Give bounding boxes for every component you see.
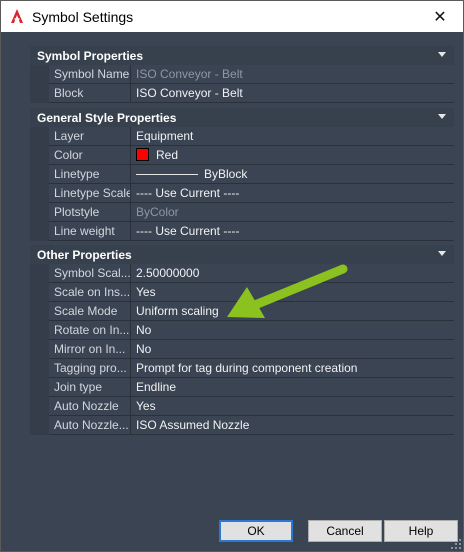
property-row-block[interactable]: Block ISO Conveyor - Belt bbox=[30, 84, 454, 103]
property-row-layer[interactable]: Layer Equipment bbox=[30, 127, 454, 146]
property-name: Color bbox=[49, 146, 131, 165]
property-name: Tagging pro... bbox=[49, 359, 131, 378]
property-name: Symbol Name bbox=[49, 65, 131, 84]
cancel-button[interactable]: Cancel bbox=[308, 520, 382, 542]
property-row-auto-nozzle-type[interactable]: Auto Nozzle... ISO Assumed Nozzle bbox=[30, 416, 454, 435]
resize-grip-icon[interactable] bbox=[451, 539, 461, 549]
section-title: General Style Properties bbox=[37, 110, 177, 125]
section-title: Other Properties bbox=[37, 247, 132, 262]
property-value[interactable]: Red bbox=[131, 146, 454, 165]
property-name: Linetype bbox=[49, 165, 131, 184]
dialog-title: Symbol Settings bbox=[32, 9, 134, 25]
property-value[interactable]: Endline bbox=[131, 378, 454, 397]
property-row-auto-nozzle[interactable]: Auto Nozzle Yes bbox=[30, 397, 454, 416]
linetype-value: ByBlock bbox=[204, 167, 248, 181]
property-value[interactable]: Prompt for tag during component creation bbox=[131, 359, 454, 378]
property-row-plotstyle[interactable]: Plotstyle ByColor bbox=[30, 203, 454, 222]
property-row-symbol-name[interactable]: Symbol Name ISO Conveyor - Belt bbox=[30, 65, 454, 84]
property-name: Symbol Scal... bbox=[49, 264, 131, 283]
property-value: ISO Conveyor - Belt bbox=[131, 65, 454, 84]
property-name: Plotstyle bbox=[49, 203, 131, 222]
property-name: Auto Nozzle... bbox=[49, 416, 131, 435]
autocad-icon bbox=[11, 9, 23, 23]
section-header-other-properties[interactable]: Other Properties bbox=[30, 245, 454, 264]
close-icon: ✕ bbox=[433, 8, 447, 26]
property-value[interactable]: ---- Use Current ---- bbox=[131, 222, 454, 241]
property-name: Mirror on In... bbox=[49, 340, 131, 359]
property-name: Join type bbox=[49, 378, 131, 397]
property-value[interactable]: ByBlock bbox=[131, 165, 454, 184]
symbol-settings-dialog: Symbol Settings ✕ Symbol Properties Symb… bbox=[0, 0, 464, 552]
color-swatch bbox=[136, 148, 149, 161]
property-value[interactable]: No bbox=[131, 340, 454, 359]
property-name: Auto Nozzle bbox=[49, 397, 131, 416]
property-name: Scale Mode bbox=[49, 302, 131, 321]
linetype-preview bbox=[136, 174, 198, 175]
annotation-arrow-icon bbox=[227, 264, 348, 318]
property-row-tagging-prompt[interactable]: Tagging pro... Prompt for tag during com… bbox=[30, 359, 454, 378]
section-title: Symbol Properties bbox=[37, 48, 144, 63]
collapse-arrow-icon[interactable] bbox=[438, 251, 446, 256]
property-name: Linetype Scale bbox=[49, 184, 131, 203]
property-value[interactable]: ISO Assumed Nozzle bbox=[131, 416, 454, 435]
property-value[interactable]: ---- Use Current ---- bbox=[131, 184, 454, 203]
property-name: Rotate on In... bbox=[49, 321, 131, 340]
property-grid: Symbol Properties Symbol Name ISO Convey… bbox=[30, 46, 454, 438]
property-name: Line weight bbox=[49, 222, 131, 241]
ok-button[interactable]: OK bbox=[219, 520, 293, 542]
property-row-linetype-scale[interactable]: Linetype Scale ---- Use Current ---- bbox=[30, 184, 454, 203]
section-header-general-style-properties[interactable]: General Style Properties bbox=[30, 108, 454, 127]
property-row-mirror-on-insert[interactable]: Mirror on In... No bbox=[30, 340, 454, 359]
property-name: Layer bbox=[49, 127, 131, 146]
property-value[interactable]: Equipment bbox=[131, 127, 454, 146]
help-button[interactable]: Help bbox=[384, 520, 458, 542]
property-value: ByColor bbox=[131, 203, 454, 222]
property-row-line-weight[interactable]: Line weight ---- Use Current ---- bbox=[30, 222, 454, 241]
collapse-arrow-icon[interactable] bbox=[438, 52, 446, 57]
color-value: Red bbox=[156, 148, 179, 162]
property-row-join-type[interactable]: Join type Endline bbox=[30, 378, 454, 397]
property-name: Scale on Ins... bbox=[49, 283, 131, 302]
property-name: Block bbox=[49, 84, 131, 103]
collapse-arrow-icon[interactable] bbox=[438, 114, 446, 119]
property-value[interactable]: Yes bbox=[131, 397, 454, 416]
property-value[interactable]: ISO Conveyor - Belt bbox=[131, 84, 454, 103]
title-bar[interactable]: Symbol Settings ✕ bbox=[1, 1, 463, 32]
section-header-symbol-properties[interactable]: Symbol Properties bbox=[30, 46, 454, 65]
property-row-color[interactable]: Color Red bbox=[30, 146, 454, 165]
close-button[interactable]: ✕ bbox=[417, 1, 463, 32]
property-row-linetype[interactable]: Linetype ByBlock bbox=[30, 165, 454, 184]
